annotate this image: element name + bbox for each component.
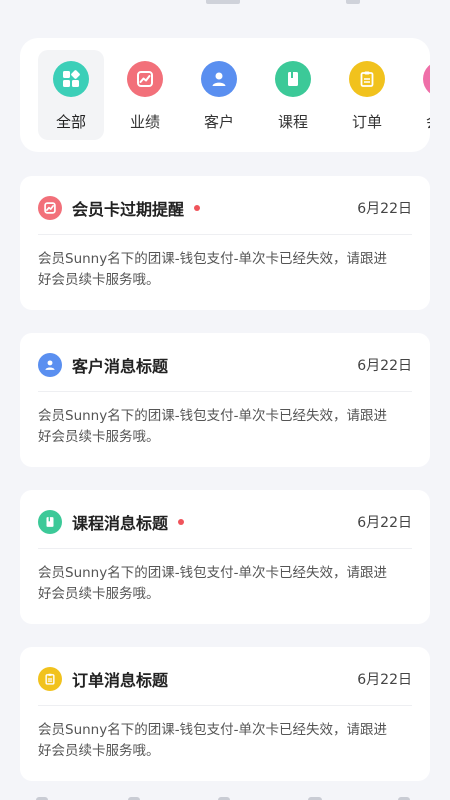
trend-chart-icon xyxy=(38,196,62,220)
message-date: 6月22日 xyxy=(357,201,412,217)
category-label: 订单 xyxy=(351,113,382,131)
category-course[interactable]: 课程 xyxy=(260,50,326,140)
message-card[interactable]: 订单消息标题 6月22日 会员Sunny名下的团课-钱包支付-单次卡已经失效，请… xyxy=(20,647,430,781)
category-customer[interactable]: 客户 xyxy=(186,50,252,140)
user-icon xyxy=(201,61,237,97)
header-cutoff xyxy=(0,0,450,18)
category-label: 课程 xyxy=(277,113,308,131)
book-icon xyxy=(38,510,62,534)
message-title: 课程消息标题 xyxy=(72,514,169,533)
message-title: 客户消息标题 xyxy=(72,357,169,376)
message-body: 会员Sunny名下的团课-钱包支付-单次卡已经失效，请跟进好会员续卡服务哦。 xyxy=(38,565,387,602)
category-label: 全部 xyxy=(55,113,86,131)
message-card[interactable]: 课程消息标题 6月22日 会员Sunny名下的团课-钱包支付-单次卡已经失效，请… xyxy=(20,490,430,624)
trend-chart-icon xyxy=(127,61,163,97)
divider xyxy=(38,234,412,235)
message-body: 会员Sunny名下的团课-钱包支付-单次卡已经失效，请跟进好会员续卡服务哦。 xyxy=(38,251,387,288)
clipboard-icon xyxy=(349,61,385,97)
message-body: 会员Sunny名下的团课-钱包支付-单次卡已经失效，请跟进好会员续卡服务哦。 xyxy=(38,408,387,445)
message-card[interactable]: 会员卡过期提醒 6月22日 会员Sunny名下的团课-钱包支付-单次卡已经失效，… xyxy=(20,176,430,310)
category-label: 客户 xyxy=(203,113,234,131)
clipboard-icon xyxy=(38,667,62,691)
divider xyxy=(38,548,412,549)
unread-dot xyxy=(194,205,201,211)
message-title: 订单消息标题 xyxy=(72,671,169,690)
message-date: 6月22日 xyxy=(357,515,412,531)
tab-bar-cutoff xyxy=(0,794,450,800)
book-icon xyxy=(275,61,311,97)
category-all[interactable]: 全部 xyxy=(38,50,104,140)
category-member[interactable]: 会员 xyxy=(408,50,430,140)
user-icon xyxy=(38,353,62,377)
member-icon xyxy=(423,61,430,97)
message-card[interactable]: 客户消息标题 6月22日 会员Sunny名下的团课-钱包支付-单次卡已经失效，请… xyxy=(20,333,430,467)
header-icon-fragment xyxy=(346,0,360,4)
divider xyxy=(38,391,412,392)
message-title: 会员卡过期提醒 xyxy=(72,200,185,219)
header-title-fragment xyxy=(206,0,240,4)
category-label: 业绩 xyxy=(129,113,160,131)
category-label: 会员 xyxy=(426,111,430,132)
category-order[interactable]: 订单 xyxy=(334,50,400,140)
message-body: 会员Sunny名下的团课-钱包支付-单次卡已经失效，请跟进好会员续卡服务哦。 xyxy=(38,722,387,759)
grid-icon xyxy=(53,61,89,97)
message-date: 6月22日 xyxy=(357,358,412,374)
divider xyxy=(38,705,412,706)
category-performance[interactable]: 业绩 xyxy=(112,50,178,140)
message-date: 6月22日 xyxy=(357,672,412,688)
unread-dot xyxy=(178,519,185,525)
category-filter-bar: 全部 业绩 客户 课程 订单 xyxy=(20,38,430,152)
